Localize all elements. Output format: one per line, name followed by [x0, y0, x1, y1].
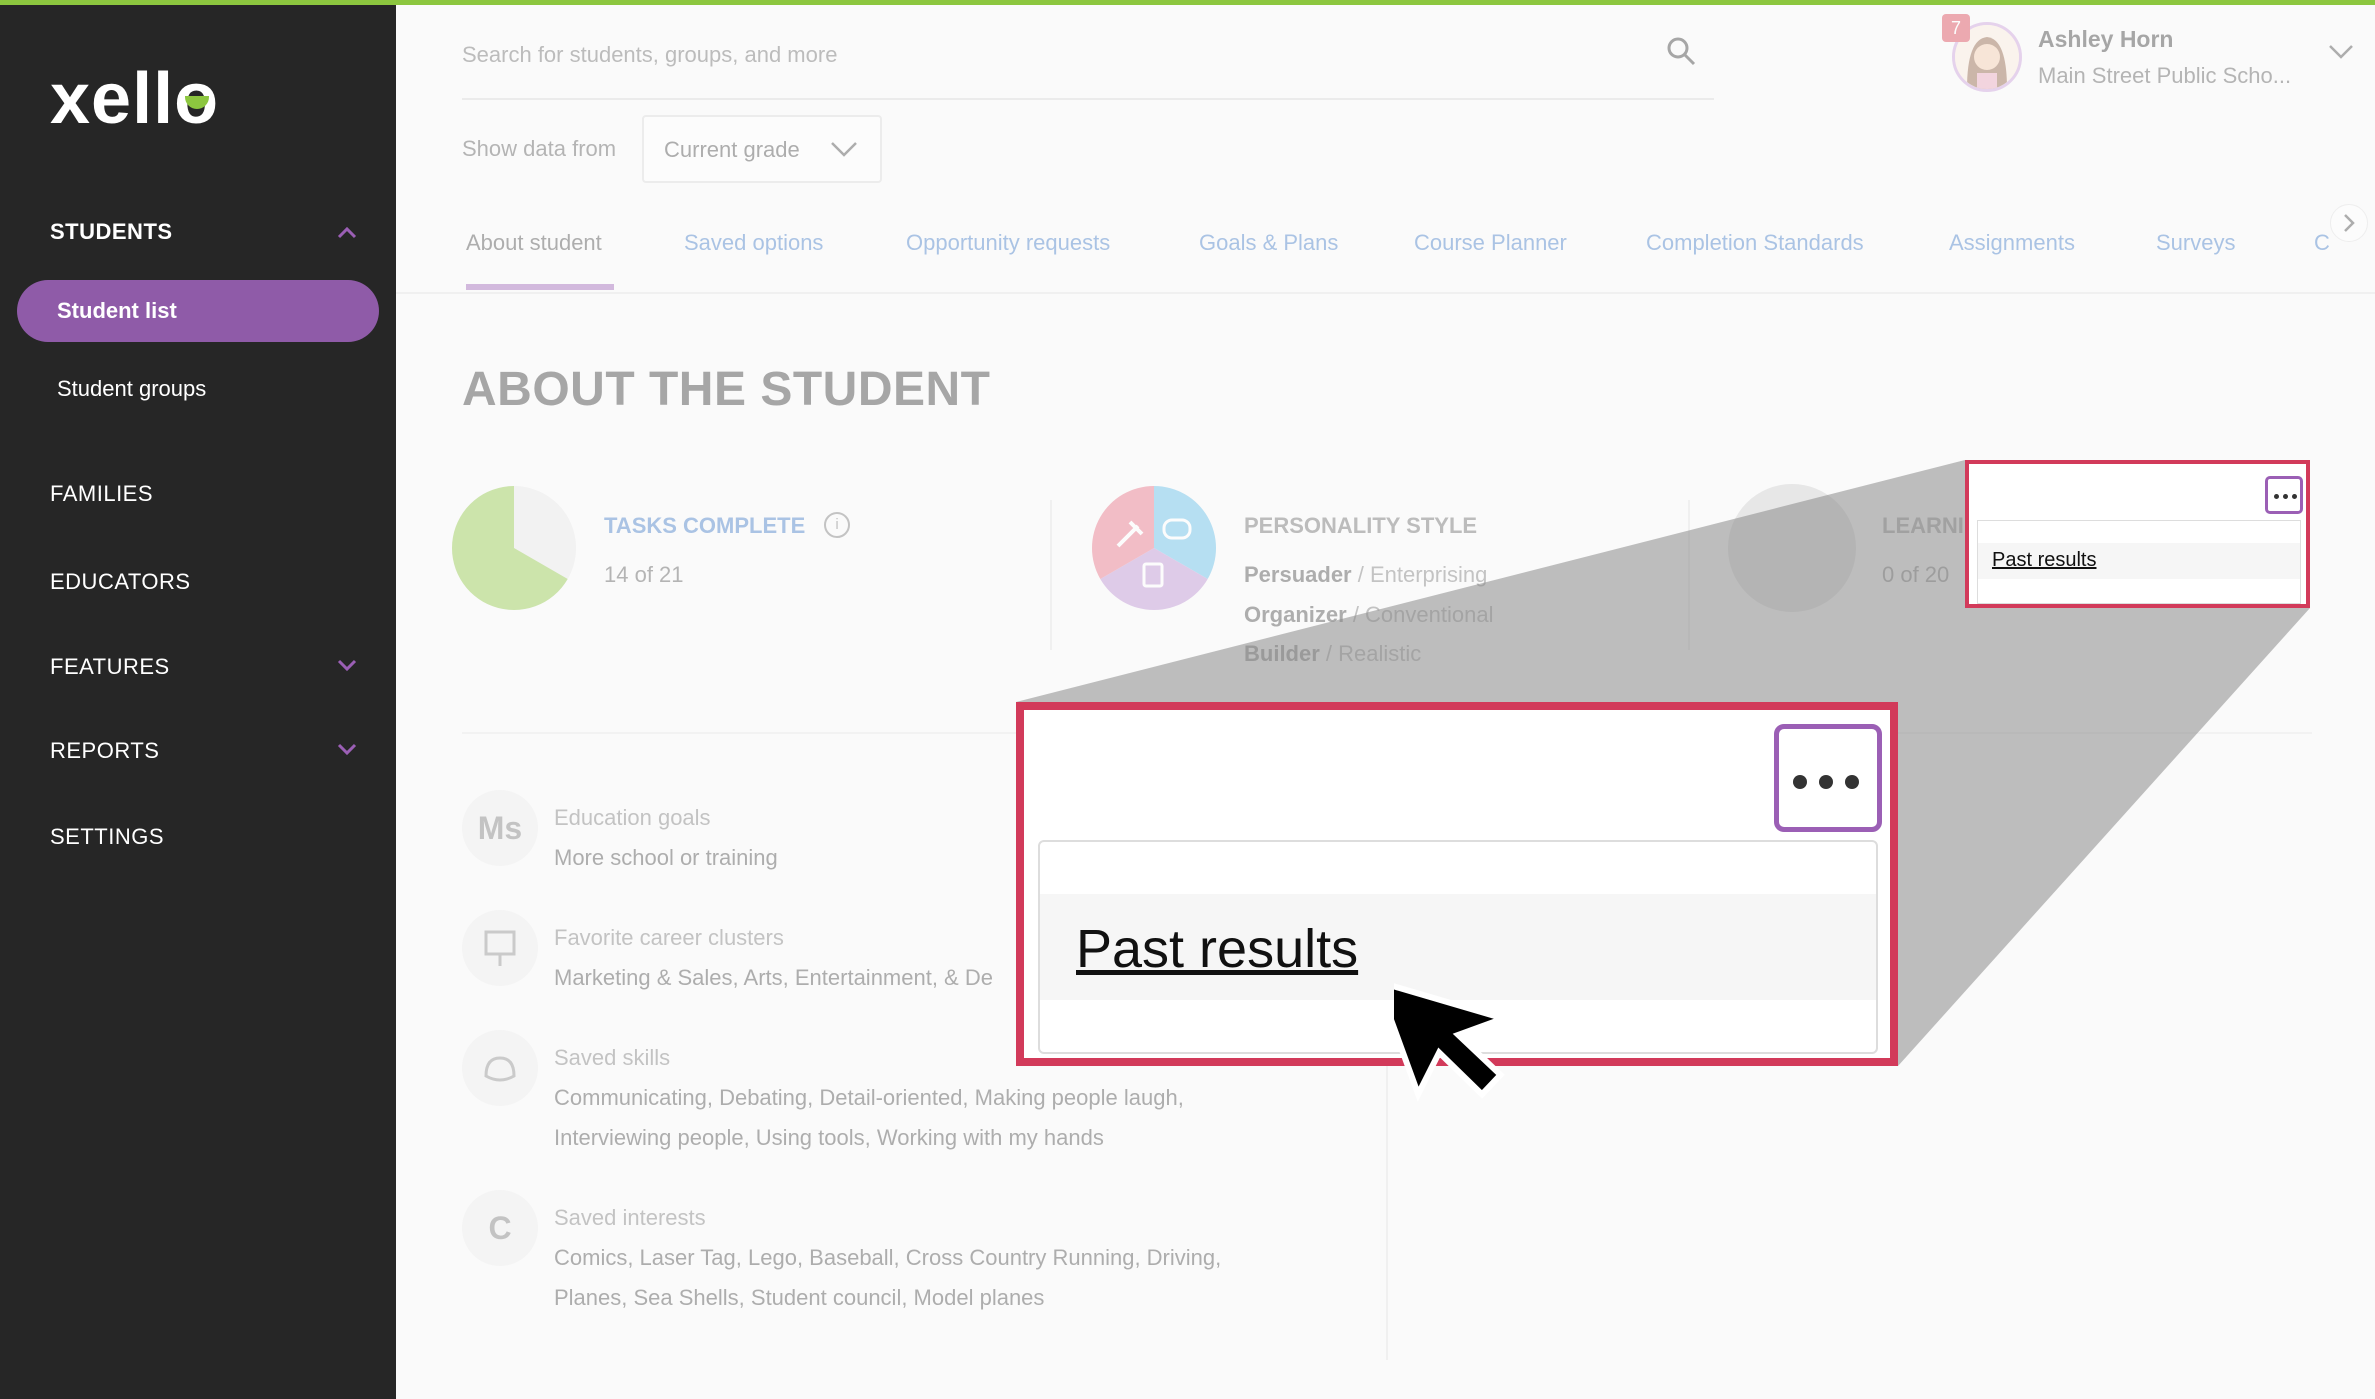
tabs-scroll-right-button[interactable]: [2330, 204, 2368, 242]
menu-item-past-results[interactable]: Past results: [1978, 543, 2300, 579]
learning-style-label[interactable]: LEARNI: [1882, 513, 1964, 539]
education-goals-label: Education goals: [554, 805, 711, 830]
search-icon[interactable]: [1666, 36, 1696, 66]
mouse-pointer-icon: [1394, 976, 1513, 1102]
chevron-right-icon: [2344, 214, 2355, 232]
user-school: Main Street Public Scho...: [2038, 63, 2292, 88]
personality-type: / Conventional: [1346, 602, 1494, 627]
education-goals-icon: Ms: [462, 790, 538, 866]
section-divider: [1050, 500, 1052, 650]
tab-more[interactable]: C: [2314, 230, 2330, 256]
education-goals-value: More school or training: [554, 845, 778, 870]
logo-o: o: [174, 58, 219, 140]
sidebar-item-features[interactable]: FEATURES: [50, 654, 170, 680]
tab-assignments[interactable]: Assignments: [1949, 230, 2075, 256]
active-tab-indicator: [466, 284, 614, 290]
saved-interests-value-line2: Planes, Sea Shells, Student council, Mod…: [554, 1285, 1045, 1310]
personality-type: / Enterprising: [1351, 562, 1488, 587]
skills-hands-icon: [484, 1056, 516, 1082]
sidebar-item-families[interactable]: FAMILIES: [50, 481, 153, 507]
saved-interests-icon: C: [462, 1190, 538, 1266]
personality-item: Organizer / Conventional: [1244, 602, 1493, 628]
tasks-complete-label[interactable]: TASKS COMPLETE: [604, 513, 805, 539]
sidebar-item-students[interactable]: STUDENTS: [50, 219, 173, 245]
chevron-up-icon[interactable]: [336, 222, 358, 244]
top-accent-line: [0, 0, 2375, 5]
personality-item: Persuader / Enterprising: [1244, 562, 1487, 588]
tab-surveys[interactable]: Surveys: [2156, 230, 2235, 256]
saved-skills-label: Saved skills: [554, 1045, 671, 1070]
personality-wheel: [1091, 486, 1217, 611]
past-results-link[interactable]: Past results: [1992, 549, 2096, 572]
career-clusters-label: Favorite career clusters: [554, 925, 784, 950]
learning-style-value: 0 of 20: [1882, 562, 1950, 587]
tab-opportunity-requests[interactable]: Opportunity requests: [906, 230, 1110, 256]
chevron-down-icon[interactable]: [2328, 44, 2354, 60]
career-clusters-icon: [462, 910, 538, 986]
personality-name: Builder: [1244, 641, 1320, 666]
tab-bar: About student Saved options Opportunity …: [396, 200, 2375, 294]
tab-about-student[interactable]: About student: [466, 230, 602, 256]
chevron-down-icon: [831, 142, 857, 157]
tab-saved-options[interactable]: Saved options: [684, 230, 823, 256]
presentation-board-icon: [484, 930, 516, 966]
saved-skills-icon: [462, 1030, 538, 1106]
career-clusters-value: Marketing & Sales, Arts, Entertainment, …: [554, 965, 993, 990]
personality-name: Organizer: [1244, 602, 1347, 627]
search-bar[interactable]: Search for students, groups, and more: [462, 30, 1714, 100]
section-divider: [1688, 500, 1690, 650]
chevron-down-icon[interactable]: [336, 654, 358, 676]
menu-highlight-small: Past results: [1965, 460, 2310, 608]
saved-interests-label: Saved interests: [554, 1205, 706, 1230]
personality-style-label[interactable]: PERSONALITY STYLE: [1244, 513, 1477, 539]
saved-skills-value: Communicating, Debating, Detail-oriented…: [554, 1085, 1184, 1110]
main-content: Search for students, groups, and more Sh…: [396, 0, 2375, 1399]
more-options-button-zoomed[interactable]: [1774, 724, 1882, 832]
tasks-pie-chart: [451, 486, 576, 610]
tab-completion-standards[interactable]: Completion Standards: [1646, 230, 1864, 256]
options-menu: Past results: [1977, 520, 2301, 604]
sidebar-item-settings[interactable]: SETTINGS: [50, 824, 164, 850]
sidebar-item-reports[interactable]: REPORTS: [50, 738, 159, 764]
student-list-label: Student list: [57, 298, 177, 323]
sidebar: xello STUDENTS Student list Student grou…: [0, 0, 396, 1399]
past-results-link-zoomed[interactable]: Past results: [1076, 918, 1358, 980]
grade-select-value: Current grade: [664, 137, 800, 162]
search-input[interactable]: Search for students, groups, and more: [462, 42, 837, 68]
show-data-label: Show data from: [462, 136, 617, 161]
sidebar-item-educators[interactable]: EDUCATORS: [50, 569, 191, 595]
logo-text: xell: [50, 59, 175, 139]
app-logo[interactable]: xello: [50, 58, 219, 140]
tab-course-planner[interactable]: Course Planner: [1414, 230, 1567, 256]
column-divider: [1386, 1030, 1388, 1360]
tasks-complete-value: 14 of 21: [604, 562, 684, 587]
personality-name: Persuader: [1244, 562, 1352, 587]
personality-type: / Realistic: [1319, 641, 1422, 666]
page-title: ABOUT THE STUDENT: [462, 363, 991, 416]
info-icon[interactable]: i: [824, 512, 850, 538]
chevron-down-icon[interactable]: [336, 738, 358, 760]
more-options-button[interactable]: [2265, 476, 2303, 514]
learning-style-circle: [1728, 484, 1856, 612]
sidebar-item-student-groups[interactable]: Student groups: [57, 376, 206, 402]
grade-select[interactable]: Current grade: [642, 115, 882, 183]
tab-goals-plans[interactable]: Goals & Plans: [1199, 230, 1338, 256]
saved-interests-value: Comics, Laser Tag, Lego, Baseball, Cross…: [554, 1245, 1222, 1270]
sidebar-item-student-list[interactable]: Student list: [17, 280, 379, 342]
saved-skills-value-line2: Interviewing people, Using tools, Workin…: [554, 1125, 1104, 1150]
notification-badge[interactable]: 7: [1942, 14, 1970, 42]
user-name[interactable]: Ashley Horn: [2038, 26, 2173, 53]
personality-item: Builder / Realistic: [1244, 641, 1421, 667]
